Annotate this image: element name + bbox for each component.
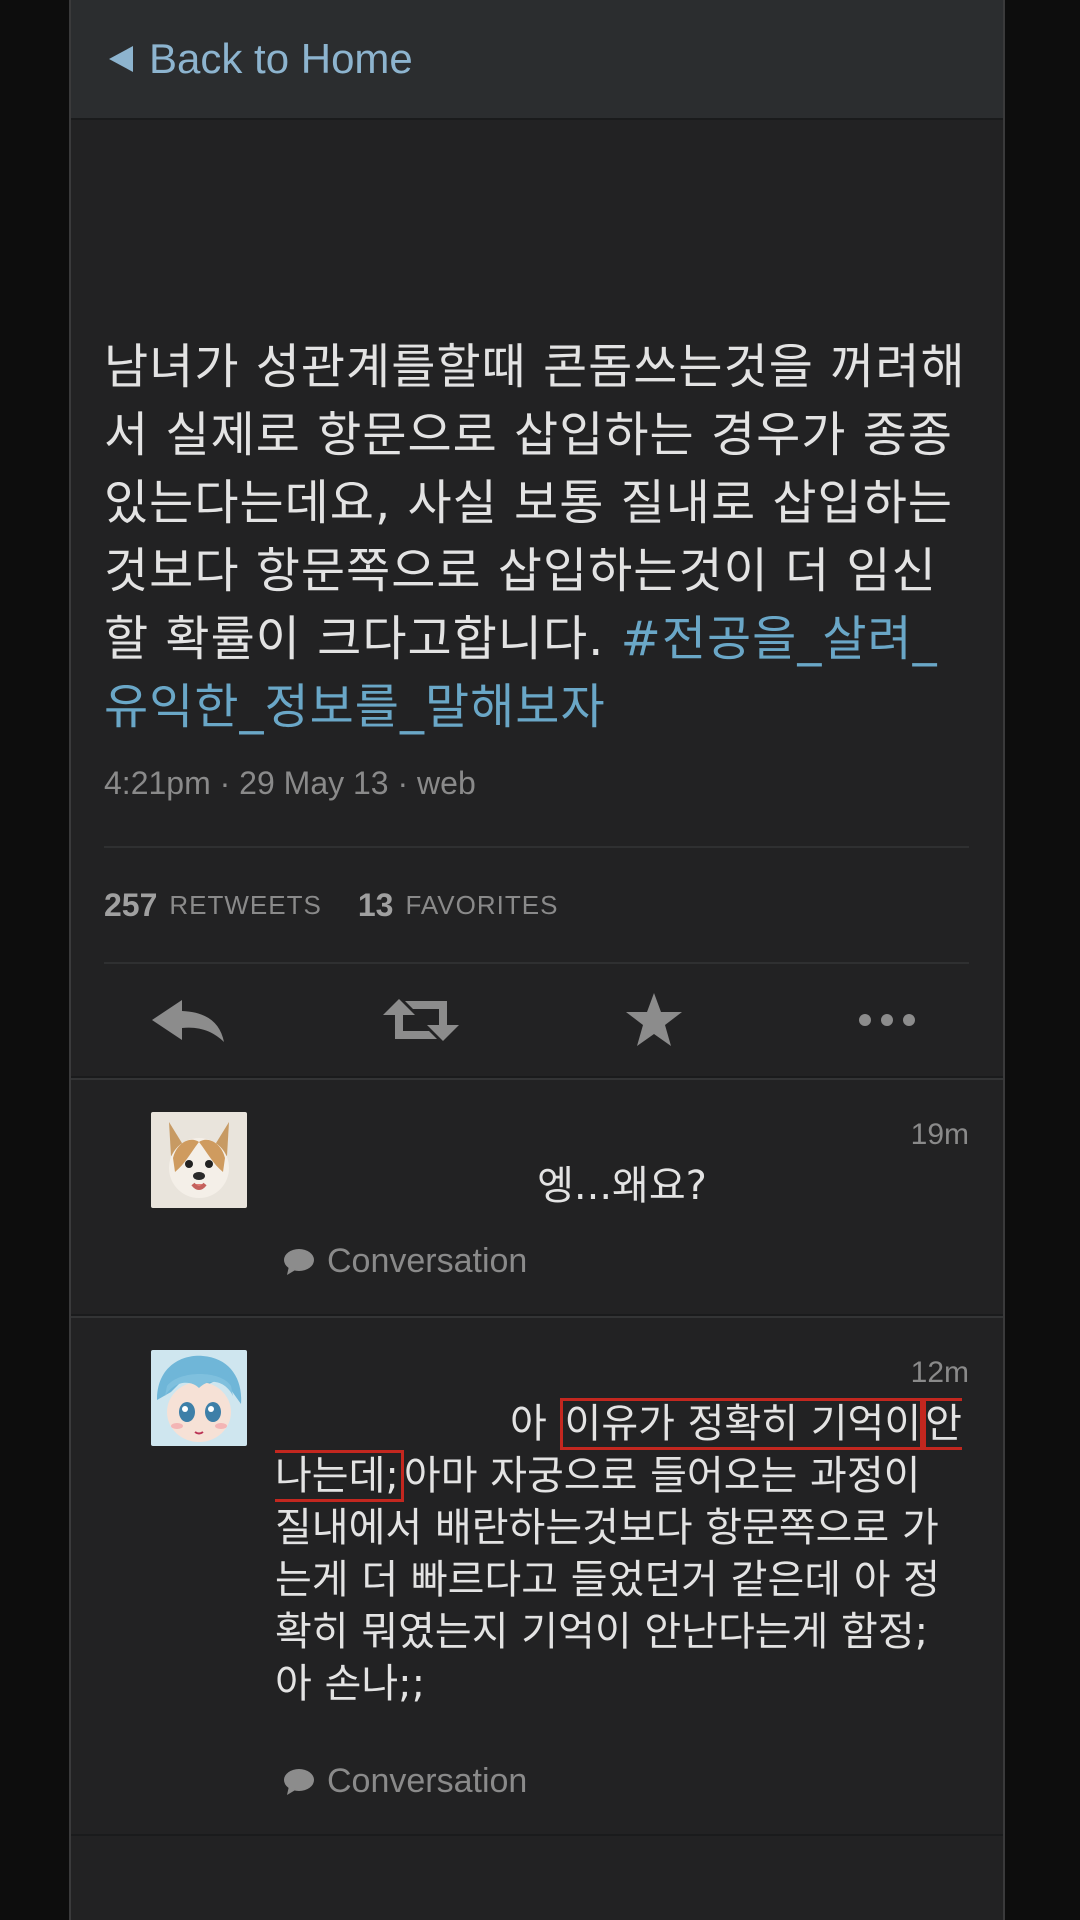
speech-bubble-icon bbox=[284, 1768, 314, 1795]
reply-timestamp: 19m bbox=[910, 1118, 969, 1151]
tweet-actions bbox=[71, 964, 1003, 1078]
reply-text-prefix: 아 bbox=[510, 1401, 560, 1447]
favorite-button[interactable] bbox=[609, 985, 699, 1055]
retweet-icon bbox=[382, 999, 459, 1041]
tweet-stats: 257 RETWEETS 13 FAVORITES bbox=[104, 848, 969, 962]
reply-item[interactable]: 19m 엥...왜요? Conversation bbox=[71, 1078, 1003, 1316]
top-bar: Back to Home bbox=[71, 0, 1003, 120]
conversation-label: Conversation bbox=[327, 1242, 528, 1280]
tweet: 남녀가 성관계를할때 콘돔쓰는것을 꺼려해서 실제로 항문으로 삽입하는 경우가… bbox=[71, 333, 1003, 964]
conversation-link[interactable]: Conversation bbox=[283, 1762, 527, 1801]
reply-icon bbox=[151, 1000, 224, 1042]
dog-avatar-image bbox=[151, 1112, 247, 1208]
back-to-home-link[interactable]: Back to Home bbox=[109, 35, 413, 83]
tweet-meta: 4:21pm · 29 May 13 · web bbox=[104, 765, 476, 801]
favorite-count[interactable]: 13 bbox=[358, 887, 394, 924]
tweet-text: 남녀가 성관계를할때 콘돔쓰는것을 꺼려해서 실제로 항문으로 삽입하는 경우가… bbox=[104, 333, 969, 741]
anime-avatar-image bbox=[151, 1350, 247, 1446]
retweet-label[interactable]: RETWEETS bbox=[169, 890, 321, 921]
back-label: Back to Home bbox=[149, 35, 413, 82]
reply-item[interactable]: 12m 아 이유가 정확히 기억이 안나는데; 아마 자궁으로 들어오는 과정이 질… bbox=[71, 1316, 1003, 1836]
reply-text: 아 이유가 정확히 기억이 안나는데; 아마 자궁으로 들어오는 과정이 질내에서 … bbox=[275, 1398, 969, 1710]
highlighted-text: 이유가 정확히 기억이 bbox=[559, 1398, 927, 1450]
retweet-button[interactable] bbox=[376, 985, 466, 1055]
tweet-detail-screen: Back to Home 남녀가 성관계를할때 콘돔쓰는것을 꺼려해서 실제로 … bbox=[69, 0, 1005, 1920]
conversation-link[interactable]: Conversation bbox=[283, 1242, 527, 1281]
star-icon bbox=[625, 993, 682, 1046]
speech-bubble-icon bbox=[284, 1248, 314, 1275]
reply-text: 엥...왜요? bbox=[537, 1163, 707, 1209]
retweet-count[interactable]: 257 bbox=[104, 887, 157, 924]
avatar[interactable] bbox=[151, 1350, 247, 1446]
conversation-label: Conversation bbox=[327, 1762, 528, 1800]
more-button[interactable] bbox=[842, 985, 932, 1055]
more-icon bbox=[858, 1014, 915, 1026]
reply-button[interactable] bbox=[143, 985, 233, 1055]
back-arrow-icon bbox=[109, 46, 133, 72]
avatar[interactable] bbox=[151, 1112, 247, 1208]
favorite-label[interactable]: FAVORITES bbox=[405, 890, 558, 921]
reply-timestamp: 12m bbox=[910, 1356, 969, 1389]
